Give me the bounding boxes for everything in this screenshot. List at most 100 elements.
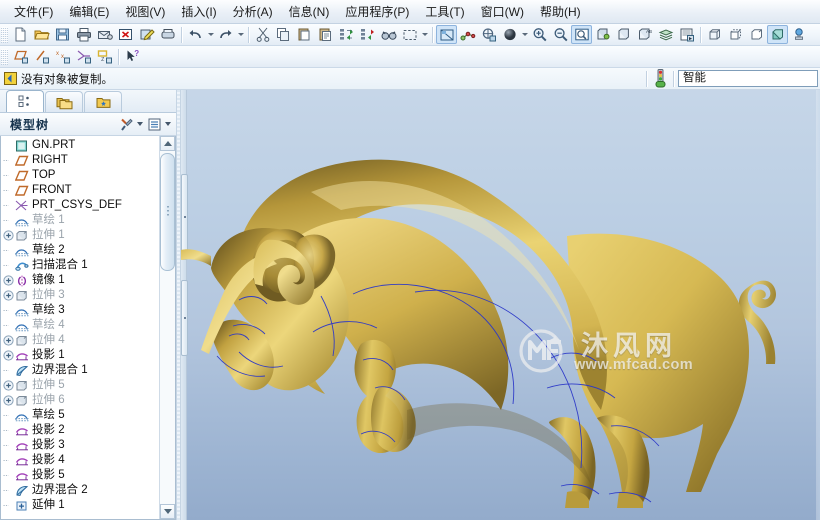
menu-file[interactable]: 文件(F) [6,2,61,22]
help-pointer-icon[interactable]: ? [122,47,143,66]
copy-icon[interactable] [273,25,294,44]
shading-icon[interactable] [499,25,520,44]
cut-icon[interactable] [252,25,273,44]
select-box-caret[interactable] [420,25,429,44]
zoom-in-icon[interactable] [529,25,550,44]
layers-icon[interactable] [655,25,676,44]
expand-icon[interactable] [3,290,14,301]
refit-icon[interactable] [571,25,592,44]
tree-item-18[interactable]: 草绘 5 [1,408,159,423]
tree-item-3[interactable]: FRONT [1,183,159,198]
toolbar-grip[interactable] [1,48,8,65]
tab-favorites[interactable] [84,91,122,112]
scroll-down-arrow[interactable] [160,504,175,519]
tree-item-21[interactable]: 投影 4 [1,453,159,468]
print-preview-icon[interactable] [157,25,178,44]
tree-item-20[interactable]: 投影 3 [1,438,159,453]
select-box-icon[interactable] [399,25,420,44]
toolbar-grip[interactable] [1,26,8,43]
saved-views-icon[interactable] [592,25,613,44]
shading-view-icon[interactable] [767,25,788,44]
save-icon[interactable] [52,25,73,44]
expand-icon[interactable] [3,335,14,346]
model-tree-rows[interactable]: GN.PRT RIGHT TOP FRONT PRT_CSYS_DEF 草绘 1… [1,136,159,519]
tree-item-1[interactable]: RIGHT [1,153,159,168]
tree-columns-icon[interactable] [145,115,163,133]
wireframe-icon[interactable] [704,25,725,44]
menu-help[interactable]: 帮助(H) [532,2,589,22]
graphics-viewport[interactable]: 沐风网 www.mfcad.com X Y Z [181,90,820,520]
menu-view[interactable]: 视图(V) [117,2,173,22]
tree-item-6[interactable]: 拉伸 1 [1,228,159,243]
tree-item-23[interactable]: 边界混合 2 [1,483,159,498]
regenerate-manual-icon[interactable] [357,25,378,44]
expand-icon[interactable] [3,275,14,286]
tab-model-tree[interactable] [6,90,44,112]
paste-icon[interactable] [294,25,315,44]
traffic-light-icon[interactable] [651,69,669,88]
menu-window[interactable]: 窗口(W) [473,2,532,22]
paste-special-icon[interactable] [315,25,336,44]
open-folder-icon[interactable] [31,25,52,44]
tree-item-17[interactable]: 拉伸 6 [1,393,159,408]
layer-display-icon[interactable] [436,25,457,44]
scroll-up-arrow[interactable] [160,136,175,151]
redo-dropdown-caret[interactable] [236,25,245,44]
tab-folder-browser[interactable] [45,91,83,112]
redo-icon[interactable] [215,25,236,44]
expand-icon[interactable] [3,395,14,406]
expand-icon[interactable] [3,230,14,241]
tree-item-9[interactable]: 镜像 1 [1,273,159,288]
tree-item-24[interactable]: 延伸 1 [1,498,159,513]
scroll-track[interactable] [160,151,175,504]
datum-curve-icon[interactable]: z [94,47,115,66]
tree-item-15[interactable]: 边界混合 1 [1,363,159,378]
tree-item-4[interactable]: PRT_CSYS_DEF [1,198,159,213]
datum-points-icon[interactable] [457,25,478,44]
find-icon[interactable] [378,25,399,44]
tree-item-13[interactable]: 拉伸 4 [1,333,159,348]
menu-info[interactable]: 信息(N) [281,2,338,22]
tree-item-7[interactable]: 草绘 2 [1,243,159,258]
selection-filter-dropdown[interactable]: 智能 [678,70,818,87]
menu-tools[interactable]: 工具(T) [417,2,472,22]
menu-insert[interactable]: 插入(I) [173,2,224,22]
tree-item-22[interactable]: 投影 5 [1,468,159,483]
edit-note-icon[interactable] [136,25,157,44]
no-hidden-icon[interactable] [746,25,767,44]
datum-coord-sys-icon[interactable] [73,47,94,66]
scroll-thumb[interactable] [160,153,175,271]
hidden-line-icon[interactable] [725,25,746,44]
datum-plane-icon[interactable] [10,47,31,66]
tree-item-2[interactable]: TOP [1,168,159,183]
light-icon[interactable] [788,25,809,44]
undo-dropdown-caret[interactable] [206,25,215,44]
expand-icon[interactable] [3,380,14,391]
shading-caret[interactable] [520,25,529,44]
tree-item-16[interactable]: 拉伸 5 [1,378,159,393]
print-icon[interactable] [73,25,94,44]
tree-item-10[interactable]: 拉伸 3 [1,288,159,303]
tree-item-5[interactable]: 草绘 1 [1,213,159,228]
model-tree-scrollbar[interactable] [159,136,175,519]
view-orient-icon[interactable] [613,25,634,44]
tree-item-19[interactable]: 投影 2 [1,423,159,438]
regenerate-icon[interactable] [336,25,357,44]
undo-icon[interactable] [185,25,206,44]
zoom-out-icon[interactable] [550,25,571,44]
menu-applications[interactable]: 应用程序(P) [337,2,417,22]
tree-columns-caret[interactable] [163,115,173,133]
mail-icon[interactable] [94,25,115,44]
tree-item-8[interactable]: 扫描混合 1 [1,258,159,273]
datum-axis-icon[interactable] [31,47,52,66]
expand-icon[interactable] [3,350,14,361]
annotate-view-icon[interactable]: AB [634,25,655,44]
tree-item-14[interactable]: 投影 1 [1,348,159,363]
model-player-icon[interactable] [676,25,697,44]
datum-point-icon[interactable]: xx [52,47,73,66]
menu-edit[interactable]: 编辑(E) [61,2,117,22]
bull-3d-model[interactable] [181,90,820,508]
new-file-icon[interactable] [10,25,31,44]
tree-item-11[interactable]: 草绘 3 [1,303,159,318]
close-window-icon[interactable] [115,25,136,44]
